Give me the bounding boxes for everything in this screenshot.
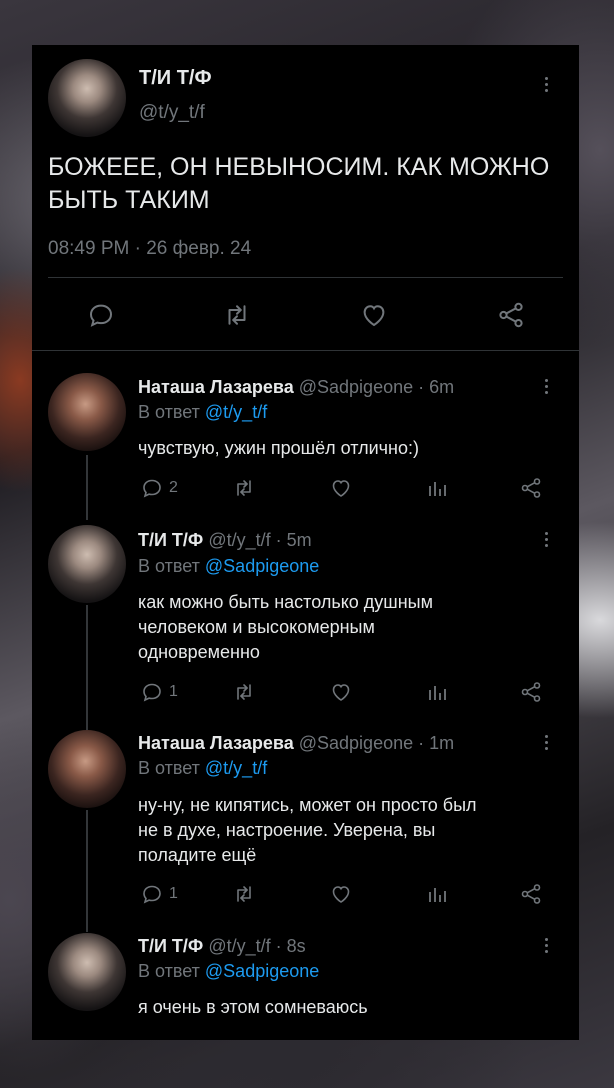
reply-text-line: ну-ну, не кипятись, может он просто был <box>138 795 477 815</box>
reply-text: как можно быть настолько душным человеко… <box>138 590 538 665</box>
author-name[interactable]: Т/И Т/Ф <box>139 67 212 90</box>
divider <box>32 350 579 351</box>
retweet-icon[interactable] <box>221 300 253 330</box>
tweet-timestamp: 08:49 PM · 26 февр. 24 <box>48 238 252 259</box>
reply-count: 1 <box>169 885 178 902</box>
reply-to-line: В ответ @Sadpigeone <box>138 556 320 576</box>
reply-icon[interactable] <box>140 882 164 906</box>
reply-text-line: не в духе, настроение. Уверена, вы <box>138 820 436 840</box>
more-options-icon[interactable] <box>545 532 549 550</box>
reply-icon[interactable] <box>140 680 164 704</box>
thread-line <box>86 455 88 520</box>
more-options-icon[interactable] <box>545 735 549 753</box>
reply-author[interactable]: Наташа Лазарева <box>138 733 294 753</box>
reply-count: 1 <box>169 683 178 700</box>
divider <box>48 277 563 278</box>
reply-header: Наташа Лазарева @Sadpigeone · 1m <box>138 733 454 754</box>
like-icon[interactable] <box>359 300 389 330</box>
reply-time: · 8s <box>275 936 306 956</box>
analytics-icon[interactable] <box>425 680 449 704</box>
reply-time: · 6m <box>418 377 455 397</box>
mention-link[interactable]: @Sadpigeone <box>205 556 319 576</box>
author-avatar[interactable] <box>48 59 126 137</box>
reply-handle[interactable]: @t/y_t/f <box>208 936 270 956</box>
analytics-icon[interactable] <box>425 476 449 500</box>
like-icon[interactable] <box>329 476 353 500</box>
reply-text-line: человеком и высокомерным <box>138 617 375 637</box>
reply-count: 2 <box>169 479 178 496</box>
more-options-icon[interactable] <box>545 77 549 95</box>
reply-handle[interactable]: @Sadpigeone <box>299 733 413 753</box>
reply-text-line: как можно быть настолько душным <box>138 592 433 612</box>
reply-to-line: В ответ @t/y_t/f <box>138 402 268 422</box>
reply-avatar[interactable] <box>48 933 126 1011</box>
reply-header: Т/И Т/Ф @t/y_t/f · 8s <box>138 936 306 957</box>
reply-author[interactable]: Т/И Т/Ф <box>138 530 203 550</box>
share-icon[interactable] <box>496 300 526 330</box>
reply-handle[interactable]: @Sadpigeone <box>299 377 413 397</box>
reply-avatar[interactable] <box>48 373 126 451</box>
reply-to-line: В ответ @Sadpigeone <box>138 961 320 981</box>
reply-text: ну-ну, не кипятись, может он просто был … <box>138 793 538 868</box>
reply-header: Наташа Лазарева @Sadpigeone · 6m <box>138 377 454 398</box>
reply-handle[interactable]: @t/y_t/f <box>208 530 270 550</box>
share-icon[interactable] <box>519 476 543 500</box>
analytics-icon[interactable] <box>425 882 449 906</box>
reply-text: я очень в этом сомневаюсь <box>138 997 368 1017</box>
retweet-icon[interactable] <box>231 680 257 704</box>
reply-avatar[interactable] <box>48 730 126 808</box>
like-icon[interactable] <box>329 680 353 704</box>
more-options-icon[interactable] <box>545 379 549 397</box>
mention-link[interactable]: @t/y_t/f <box>205 758 267 778</box>
reply-text-line: поладите ещё <box>138 845 257 865</box>
share-icon[interactable] <box>519 680 543 704</box>
tweet-text: БОЖЕЕЕ, ОН НЕВЫНОСИМ. КАК МОЖНО БЫТЬ ТАК… <box>48 151 549 217</box>
reply-author[interactable]: Т/И Т/Ф <box>138 936 203 956</box>
reply-text: чувствую, ужин прошёл отлично:) <box>138 438 419 458</box>
reply-avatar[interactable] <box>48 525 126 603</box>
reply-icon[interactable] <box>140 476 164 500</box>
reply-time: · 1m <box>418 733 455 753</box>
retweet-icon[interactable] <box>231 476 257 500</box>
reply-to-line: В ответ @t/y_t/f <box>138 758 268 778</box>
reply-header: Т/И Т/Ф @t/y_t/f · 5m <box>138 530 312 551</box>
reply-icon[interactable] <box>86 300 116 330</box>
tweet-thread-card: Т/И Т/Ф @t/y_t/f БОЖЕЕЕ, ОН НЕВЫНОСИМ. К… <box>32 45 579 1040</box>
mention-link[interactable]: @t/y_t/f <box>205 402 267 422</box>
reply-time: · 5m <box>275 530 312 550</box>
thread-line <box>86 810 88 932</box>
tweet-text-line: БЫТЬ ТАКИМ <box>48 186 210 214</box>
reply-text-line: одновременно <box>138 642 260 662</box>
mention-link[interactable]: @Sadpigeone <box>205 961 319 981</box>
author-handle[interactable]: @t/y_t/f <box>139 102 205 124</box>
like-icon[interactable] <box>329 882 353 906</box>
more-options-icon[interactable] <box>545 938 549 956</box>
share-icon[interactable] <box>519 882 543 906</box>
retweet-icon[interactable] <box>231 882 257 906</box>
reply-author[interactable]: Наташа Лазарева <box>138 377 294 397</box>
thread-line <box>86 605 88 730</box>
tweet-text-line: БОЖЕЕЕ, ОН НЕВЫНОСИМ. КАК МОЖНО <box>48 153 550 181</box>
